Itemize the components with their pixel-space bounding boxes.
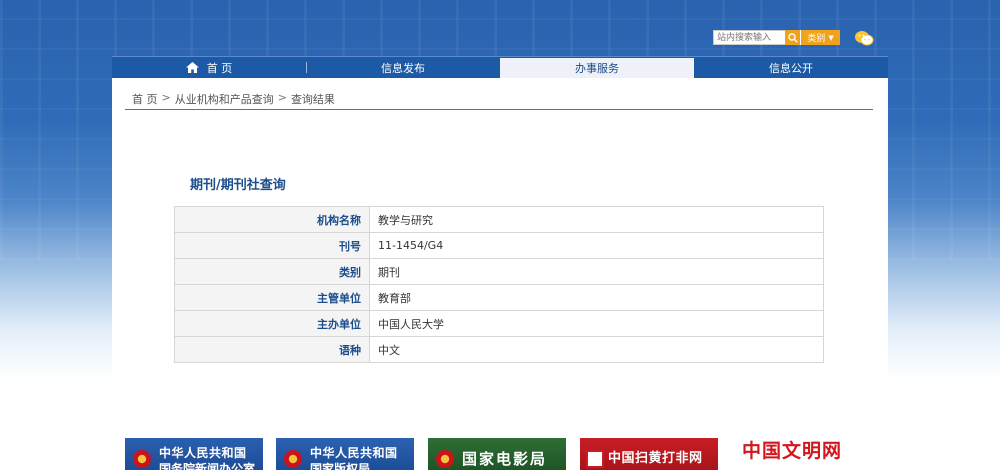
page-title: 期刊/期刊社查询	[190, 178, 286, 193]
nav-info-release-label: 信息发布	[381, 61, 425, 75]
banner-text: 中国文明网	[742, 440, 843, 462]
nav-info-disclosure[interactable]: 信息公开	[694, 57, 888, 78]
seal-icon	[586, 450, 604, 468]
nav-services-label: 办事服务	[575, 62, 619, 75]
national-emblem-icon	[436, 450, 454, 468]
breadcrumb-level2[interactable]: 从业机构和产品查询	[175, 91, 274, 107]
nav-info-release[interactable]: 信息发布	[306, 57, 500, 78]
breadcrumb-level3: 查询结果	[290, 93, 335, 106]
nav-home-label: 首 页	[206, 61, 233, 75]
breadcrumb-home[interactable]: 首 页	[132, 91, 158, 107]
banner-copyright-admin[interactable]: 中华人民共和国 国家版权局	[276, 438, 414, 470]
field-value: 教育部	[369, 284, 824, 311]
banner-civilization[interactable]: 中国文明网	[732, 438, 870, 470]
breadcrumb-sep: >	[161, 91, 171, 104]
wechat-icon[interactable]	[854, 30, 874, 46]
field-label: 语种	[174, 336, 370, 363]
info-table: 机构名称 教学与研究 刊号 11-1454/G4 类别 期刊 主管单位 教育部 …	[174, 206, 824, 363]
home-icon	[185, 62, 199, 73]
banner-text: 国务院新闻办公室	[159, 462, 256, 470]
table-row: 主管单位 教育部	[174, 284, 824, 311]
search-button[interactable]	[785, 30, 800, 45]
field-label: 主办单位	[174, 310, 370, 337]
field-value: 教学与研究	[369, 206, 824, 233]
field-label: 机构名称	[174, 206, 370, 233]
table-row: 类别 期刊	[174, 258, 824, 285]
search-input[interactable]	[713, 30, 785, 45]
table-row: 机构名称 教学与研究	[174, 206, 824, 233]
field-label: 类别	[174, 258, 370, 285]
nav-home[interactable]: 首 页	[112, 57, 306, 78]
category-label: 类别	[807, 34, 826, 44]
field-value: 中文	[369, 336, 824, 363]
category-select[interactable]: 类别 ▼	[800, 30, 840, 45]
main-nav: 首 页 信息发布 办事服务 信息公开	[112, 56, 888, 78]
banner-anti-porn[interactable]: 中国扫黄打非网	[580, 438, 718, 470]
table-row: 语种 中文	[174, 336, 824, 363]
search-bar: 类别 ▼	[713, 30, 840, 45]
field-value: 中国人民大学	[369, 310, 824, 337]
table-row: 刊号 11-1454/G4	[174, 232, 824, 259]
field-value: 11-1454/G4	[369, 232, 824, 259]
banner-text: 中国扫黄打非网	[608, 451, 703, 466]
national-emblem-icon	[284, 450, 302, 468]
search-icon	[787, 32, 798, 43]
banner-film-admin[interactable]: 国家电影局	[428, 438, 566, 470]
breadcrumb-divider	[125, 109, 873, 110]
field-label: 主管单位	[174, 284, 370, 311]
content-panel: 首 页 > 从业机构和产品查询 > 查询结果 期刊/期刊社查询 机构名称 教学与…	[112, 78, 888, 470]
field-value: 期刊	[369, 258, 824, 285]
nav-services[interactable]: 办事服务	[500, 58, 694, 78]
banner-text: 国家版权局	[310, 462, 371, 470]
breadcrumb: 首 页 > 从业机构和产品查询 > 查询结果	[132, 91, 335, 107]
breadcrumb-sep: >	[277, 91, 287, 104]
table-row: 主办单位 中国人民大学	[174, 310, 824, 337]
national-emblem-icon	[133, 450, 151, 468]
field-label: 刊号	[174, 232, 370, 259]
banner-state-council-info-office[interactable]: 中华人民共和国 国务院新闻办公室	[125, 438, 263, 470]
caret-down-icon: ▼	[828, 33, 834, 42]
partner-banners: 中华人民共和国 国务院新闻办公室 中华人民共和国 国家版权局 国家电影局 中国扫…	[125, 438, 870, 470]
banner-text: 国家电影局	[462, 450, 548, 468]
nav-info-disclosure-label: 信息公开	[769, 61, 813, 75]
